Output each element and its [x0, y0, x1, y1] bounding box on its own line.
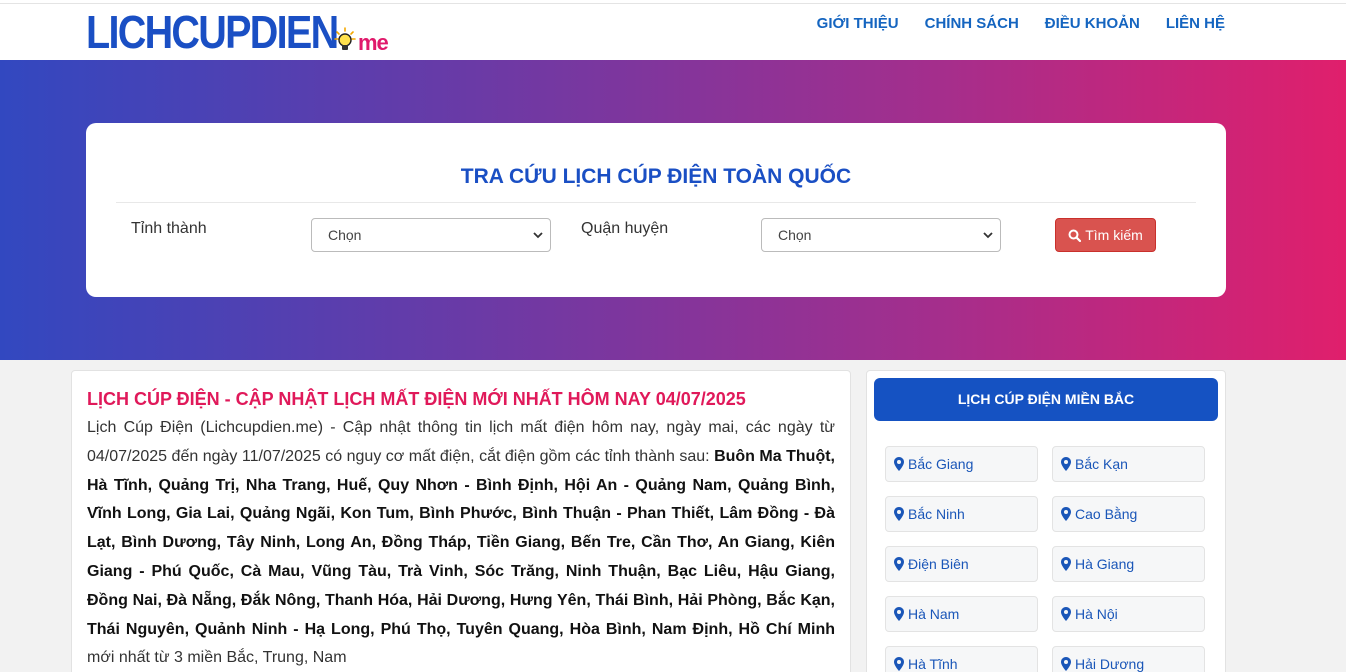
divider — [116, 202, 1196, 203]
province-link-label: Hà Tĩnh — [908, 656, 958, 672]
map-marker-icon — [894, 457, 904, 471]
sidebar-card: LỊCH CÚP ĐIỆN MIỀN BẮC Bắc Giang Bắc Kạn… — [866, 370, 1226, 672]
map-marker-icon — [1061, 607, 1071, 621]
nav-link-policy[interactable]: CHÍNH SÁCH — [925, 15, 1019, 33]
main-content-card: LỊCH CÚP ĐIỆN - CẬP NHẬT LỊCH MẤT ĐIỆN M… — [71, 370, 851, 672]
map-marker-icon — [894, 507, 904, 521]
sidebar-heading[interactable]: LỊCH CÚP ĐIỆN MIỀN BẮC — [874, 378, 1218, 421]
search-button[interactable]: Tìm kiếm — [1055, 218, 1156, 252]
province-link-label: Điện Biên — [908, 556, 969, 572]
map-marker-icon — [1061, 507, 1071, 521]
province-link-label: Bắc Ninh — [908, 506, 965, 522]
district-select[interactable]: Chọn — [761, 218, 1001, 252]
province-link[interactable]: Bắc Ninh — [885, 496, 1038, 532]
hero-banner: TRA CỨU LỊCH CÚP ĐIỆN TOÀN QUỐC Tỉnh thà… — [0, 60, 1346, 360]
province-link[interactable]: Bắc Kạn — [1052, 446, 1205, 482]
province-link[interactable]: Hà Nội — [1052, 596, 1205, 632]
search-button-label: Tìm kiếm — [1085, 227, 1143, 243]
province-link-label: Bắc Giang — [908, 456, 974, 472]
province-link-label: Hà Nam — [908, 606, 960, 622]
province-link-label: Cao Bằng — [1075, 506, 1138, 522]
search-title: TRA CỨU LỊCH CÚP ĐIỆN TOÀN QUỐC — [460, 165, 852, 188]
province-link[interactable]: Hà Tĩnh — [885, 646, 1038, 672]
province-link-label: Hải Dương — [1075, 656, 1145, 672]
search-icon — [1068, 229, 1082, 242]
nav-link-terms[interactable]: ĐIỀU KHOẢN — [1045, 15, 1140, 33]
province-link[interactable]: Điện Biên — [885, 546, 1038, 582]
province-link[interactable]: Cao Bằng — [1052, 496, 1205, 532]
map-marker-icon — [894, 657, 904, 671]
logo-text: LICHCUPDIEN — [86, 6, 339, 58]
district-label: Quận huyện — [581, 220, 669, 237]
map-marker-icon — [1061, 557, 1071, 571]
main-nav: GIỚI THIỆU CHÍNH SÁCH ĐIỀU KHOẢN LIÊN HỆ — [817, 15, 1225, 33]
lightbulb-icon — [334, 27, 356, 50]
province-link-label: Bắc Kạn — [1075, 456, 1128, 472]
logo-suffix: me — [358, 30, 389, 55]
chevron-down-icon — [983, 232, 993, 239]
province-link[interactable]: Bắc Giang — [885, 446, 1038, 482]
province-link-label: Hà Giang — [1075, 556, 1135, 572]
search-card: TRA CỨU LỊCH CÚP ĐIỆN TOÀN QUỐC Tỉnh thà… — [86, 123, 1226, 297]
province-select-value: Chọn — [328, 227, 362, 243]
navbar: LICHCUPDIEN me GIỚI THIỆU CHÍNH SÁCH ĐIỀ… — [0, 4, 1346, 60]
province-link[interactable]: Hà Giang — [1052, 546, 1205, 582]
province-link-label: Hà Nội — [1075, 606, 1118, 622]
page-title: LỊCH CÚP ĐIỆN - CẬP NHẬT LỊCH MẤT ĐIỆN M… — [87, 389, 746, 409]
map-marker-icon — [1061, 457, 1071, 471]
district-select-value: Chọn — [778, 227, 812, 243]
province-label: Tỉnh thành — [131, 220, 207, 237]
nav-link-about[interactable]: GIỚI THIỆU — [817, 15, 899, 33]
intro-paragraph: Lịch Cúp Điện (Lichcupdien.me) - Cập nhậ… — [87, 414, 835, 672]
province-link[interactable]: Hải Dương — [1052, 646, 1205, 672]
outro-text: mới nhất từ 3 miền Bắc, Trung, Nam — [87, 649, 347, 667]
chevron-down-icon — [533, 232, 543, 239]
province-list-text: Buôn Ma Thuột, Hà Tĩnh, Quảng Trị, Nha T… — [87, 447, 835, 638]
site-logo[interactable]: LICHCUPDIEN me — [86, 5, 389, 58]
nav-link-contact[interactable]: LIÊN HỆ — [1166, 15, 1225, 33]
province-link[interactable]: Hà Nam — [885, 596, 1038, 632]
province-select[interactable]: Chọn — [311, 218, 551, 252]
map-marker-icon — [1061, 657, 1071, 671]
map-marker-icon — [894, 557, 904, 571]
map-marker-icon — [894, 607, 904, 621]
